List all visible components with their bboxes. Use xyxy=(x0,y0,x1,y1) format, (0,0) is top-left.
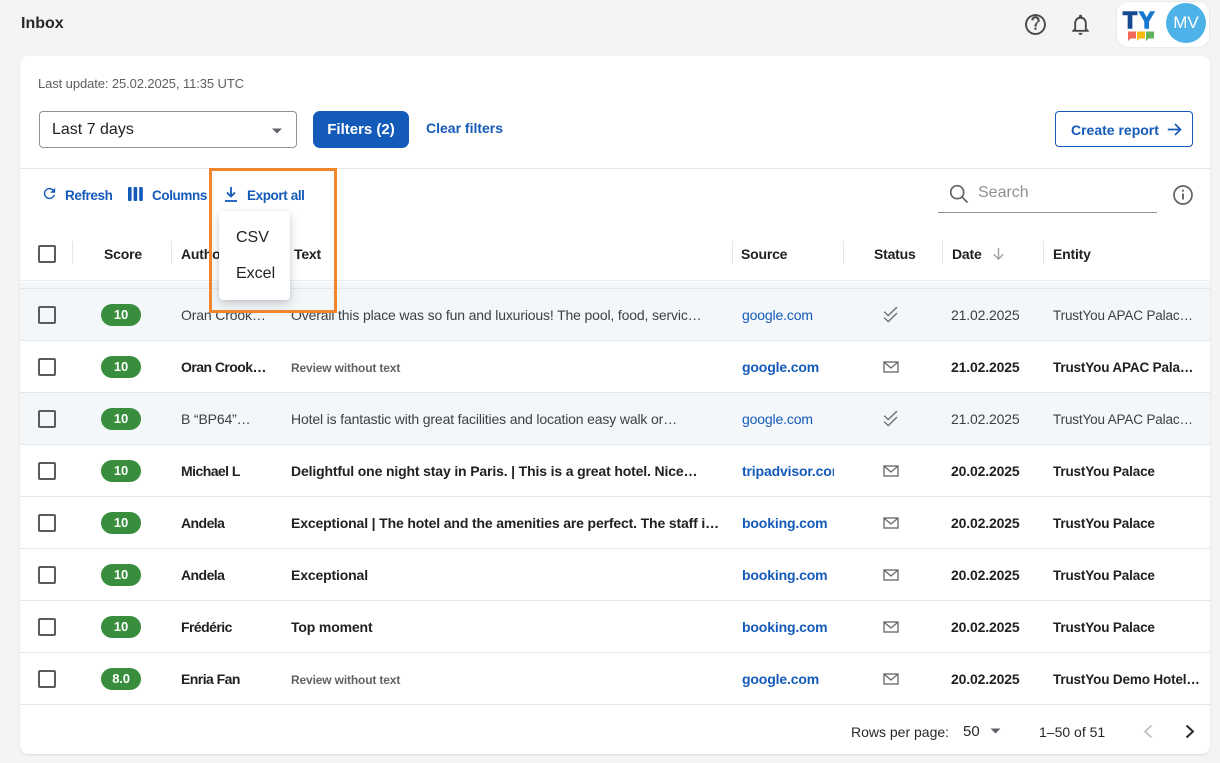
svg-text:Y: Y xyxy=(1139,8,1154,33)
svg-text:T: T xyxy=(1123,8,1137,33)
